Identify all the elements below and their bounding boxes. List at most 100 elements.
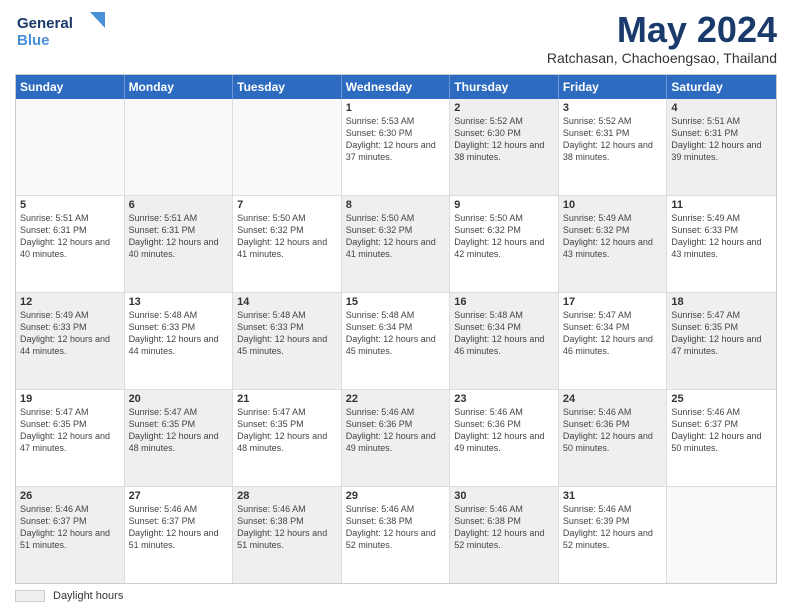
day-number: 7 <box>237 199 337 211</box>
cell-info: Sunrise: 5:46 AM Sunset: 6:38 PM Dayligh… <box>346 503 446 552</box>
cell-info: Sunrise: 5:47 AM Sunset: 6:35 PM Dayligh… <box>20 406 120 455</box>
day-of-week-header: Wednesday <box>342 75 451 99</box>
cell-info: Sunrise: 5:46 AM Sunset: 6:37 PM Dayligh… <box>129 503 229 552</box>
day-number: 22 <box>346 393 446 405</box>
day-number: 25 <box>671 393 772 405</box>
calendar-cell: 26Sunrise: 5:46 AM Sunset: 6:37 PM Dayli… <box>16 487 125 583</box>
day-number: 10 <box>563 199 663 211</box>
calendar-row: 5Sunrise: 5:51 AM Sunset: 6:31 PM Daylig… <box>16 196 776 293</box>
cell-info: Sunrise: 5:46 AM Sunset: 6:36 PM Dayligh… <box>563 406 663 455</box>
calendar-cell: 15Sunrise: 5:48 AM Sunset: 6:34 PM Dayli… <box>342 293 451 389</box>
calendar-cell: 19Sunrise: 5:47 AM Sunset: 6:35 PM Dayli… <box>16 390 125 486</box>
day-number: 29 <box>346 490 446 502</box>
calendar-row: 26Sunrise: 5:46 AM Sunset: 6:37 PM Dayli… <box>16 487 776 583</box>
day-of-week-header: Sunday <box>16 75 125 99</box>
subtitle: Ratchasan, Chachoengsao, Thailand <box>547 50 777 66</box>
day-number: 20 <box>129 393 229 405</box>
cell-info: Sunrise: 5:50 AM Sunset: 6:32 PM Dayligh… <box>237 212 337 261</box>
calendar-cell: 24Sunrise: 5:46 AM Sunset: 6:36 PM Dayli… <box>559 390 668 486</box>
calendar-cell: 29Sunrise: 5:46 AM Sunset: 6:38 PM Dayli… <box>342 487 451 583</box>
calendar-cell: 16Sunrise: 5:48 AM Sunset: 6:34 PM Dayli… <box>450 293 559 389</box>
day-number: 8 <box>346 199 446 211</box>
calendar-cell: 21Sunrise: 5:47 AM Sunset: 6:35 PM Dayli… <box>233 390 342 486</box>
day-number: 28 <box>237 490 337 502</box>
calendar-cell <box>16 99 125 195</box>
day-number: 19 <box>20 393 120 405</box>
calendar-cell: 30Sunrise: 5:46 AM Sunset: 6:38 PM Dayli… <box>450 487 559 583</box>
calendar-cell: 12Sunrise: 5:49 AM Sunset: 6:33 PM Dayli… <box>16 293 125 389</box>
cell-info: Sunrise: 5:46 AM Sunset: 6:37 PM Dayligh… <box>671 406 772 455</box>
cell-info: Sunrise: 5:51 AM Sunset: 6:31 PM Dayligh… <box>129 212 229 261</box>
calendar-cell: 7Sunrise: 5:50 AM Sunset: 6:32 PM Daylig… <box>233 196 342 292</box>
cell-info: Sunrise: 5:47 AM Sunset: 6:35 PM Dayligh… <box>671 309 772 358</box>
calendar-cell: 1Sunrise: 5:53 AM Sunset: 6:30 PM Daylig… <box>342 99 451 195</box>
calendar-cell: 25Sunrise: 5:46 AM Sunset: 6:37 PM Dayli… <box>667 390 776 486</box>
cell-info: Sunrise: 5:50 AM Sunset: 6:32 PM Dayligh… <box>454 212 554 261</box>
header: General Blue May 2024 Ratchasan, Chachoe… <box>15 10 777 66</box>
calendar-cell <box>667 487 776 583</box>
cell-info: Sunrise: 5:47 AM Sunset: 6:35 PM Dayligh… <box>129 406 229 455</box>
day-of-week-header: Saturday <box>667 75 776 99</box>
daylight-swatch <box>15 590 45 602</box>
cell-info: Sunrise: 5:47 AM Sunset: 6:35 PM Dayligh… <box>237 406 337 455</box>
calendar-body: 1Sunrise: 5:53 AM Sunset: 6:30 PM Daylig… <box>16 99 776 583</box>
footer-label: Daylight hours <box>53 590 123 602</box>
cell-info: Sunrise: 5:52 AM Sunset: 6:31 PM Dayligh… <box>563 115 663 164</box>
day-number: 5 <box>20 199 120 211</box>
cell-info: Sunrise: 5:46 AM Sunset: 6:36 PM Dayligh… <box>454 406 554 455</box>
calendar-row: 12Sunrise: 5:49 AM Sunset: 6:33 PM Dayli… <box>16 293 776 390</box>
calendar-cell: 5Sunrise: 5:51 AM Sunset: 6:31 PM Daylig… <box>16 196 125 292</box>
cell-info: Sunrise: 5:50 AM Sunset: 6:32 PM Dayligh… <box>346 212 446 261</box>
day-number: 14 <box>237 296 337 308</box>
logo: General Blue <box>15 10 105 50</box>
calendar-cell: 11Sunrise: 5:49 AM Sunset: 6:33 PM Dayli… <box>667 196 776 292</box>
day-number: 23 <box>454 393 554 405</box>
calendar: SundayMondayTuesdayWednesdayThursdayFrid… <box>15 74 777 584</box>
cell-info: Sunrise: 5:49 AM Sunset: 6:33 PM Dayligh… <box>671 212 772 261</box>
title-block: May 2024 Ratchasan, Chachoengsao, Thaila… <box>547 10 777 66</box>
svg-text:Blue: Blue <box>17 32 50 49</box>
calendar-cell: 17Sunrise: 5:47 AM Sunset: 6:34 PM Dayli… <box>559 293 668 389</box>
cell-info: Sunrise: 5:51 AM Sunset: 6:31 PM Dayligh… <box>20 212 120 261</box>
day-number: 12 <box>20 296 120 308</box>
calendar-cell: 6Sunrise: 5:51 AM Sunset: 6:31 PM Daylig… <box>125 196 234 292</box>
day-number: 15 <box>346 296 446 308</box>
day-number: 17 <box>563 296 663 308</box>
day-number: 2 <box>454 102 554 114</box>
day-number: 18 <box>671 296 772 308</box>
cell-info: Sunrise: 5:49 AM Sunset: 6:33 PM Dayligh… <box>20 309 120 358</box>
page: General Blue May 2024 Ratchasan, Chachoe… <box>0 0 792 612</box>
day-of-week-header: Thursday <box>450 75 559 99</box>
calendar-cell <box>233 99 342 195</box>
calendar-cell: 2Sunrise: 5:52 AM Sunset: 6:30 PM Daylig… <box>450 99 559 195</box>
calendar-cell: 14Sunrise: 5:48 AM Sunset: 6:33 PM Dayli… <box>233 293 342 389</box>
day-of-week-header: Monday <box>125 75 234 99</box>
cell-info: Sunrise: 5:46 AM Sunset: 6:36 PM Dayligh… <box>346 406 446 455</box>
calendar-cell: 10Sunrise: 5:49 AM Sunset: 6:32 PM Dayli… <box>559 196 668 292</box>
calendar-cell: 28Sunrise: 5:46 AM Sunset: 6:38 PM Dayli… <box>233 487 342 583</box>
calendar-cell: 18Sunrise: 5:47 AM Sunset: 6:35 PM Dayli… <box>667 293 776 389</box>
cell-info: Sunrise: 5:46 AM Sunset: 6:37 PM Dayligh… <box>20 503 120 552</box>
day-number: 21 <box>237 393 337 405</box>
calendar-row: 19Sunrise: 5:47 AM Sunset: 6:35 PM Dayli… <box>16 390 776 487</box>
logo-svg: General Blue <box>15 10 105 50</box>
main-title: May 2024 <box>547 10 777 50</box>
cell-info: Sunrise: 5:52 AM Sunset: 6:30 PM Dayligh… <box>454 115 554 164</box>
day-number: 4 <box>671 102 772 114</box>
calendar-cell: 3Sunrise: 5:52 AM Sunset: 6:31 PM Daylig… <box>559 99 668 195</box>
cell-info: Sunrise: 5:49 AM Sunset: 6:32 PM Dayligh… <box>563 212 663 261</box>
calendar-cell: 9Sunrise: 5:50 AM Sunset: 6:32 PM Daylig… <box>450 196 559 292</box>
calendar-row: 1Sunrise: 5:53 AM Sunset: 6:30 PM Daylig… <box>16 99 776 196</box>
cell-info: Sunrise: 5:46 AM Sunset: 6:38 PM Dayligh… <box>454 503 554 552</box>
day-number: 27 <box>129 490 229 502</box>
calendar-cell: 31Sunrise: 5:46 AM Sunset: 6:39 PM Dayli… <box>559 487 668 583</box>
calendar-cell: 20Sunrise: 5:47 AM Sunset: 6:35 PM Dayli… <box>125 390 234 486</box>
svg-text:General: General <box>17 15 73 32</box>
cell-info: Sunrise: 5:46 AM Sunset: 6:39 PM Dayligh… <box>563 503 663 552</box>
calendar-cell: 23Sunrise: 5:46 AM Sunset: 6:36 PM Dayli… <box>450 390 559 486</box>
calendar-cell: 4Sunrise: 5:51 AM Sunset: 6:31 PM Daylig… <box>667 99 776 195</box>
cell-info: Sunrise: 5:48 AM Sunset: 6:33 PM Dayligh… <box>237 309 337 358</box>
footer: Daylight hours <box>15 590 777 602</box>
day-number: 3 <box>563 102 663 114</box>
day-number: 26 <box>20 490 120 502</box>
